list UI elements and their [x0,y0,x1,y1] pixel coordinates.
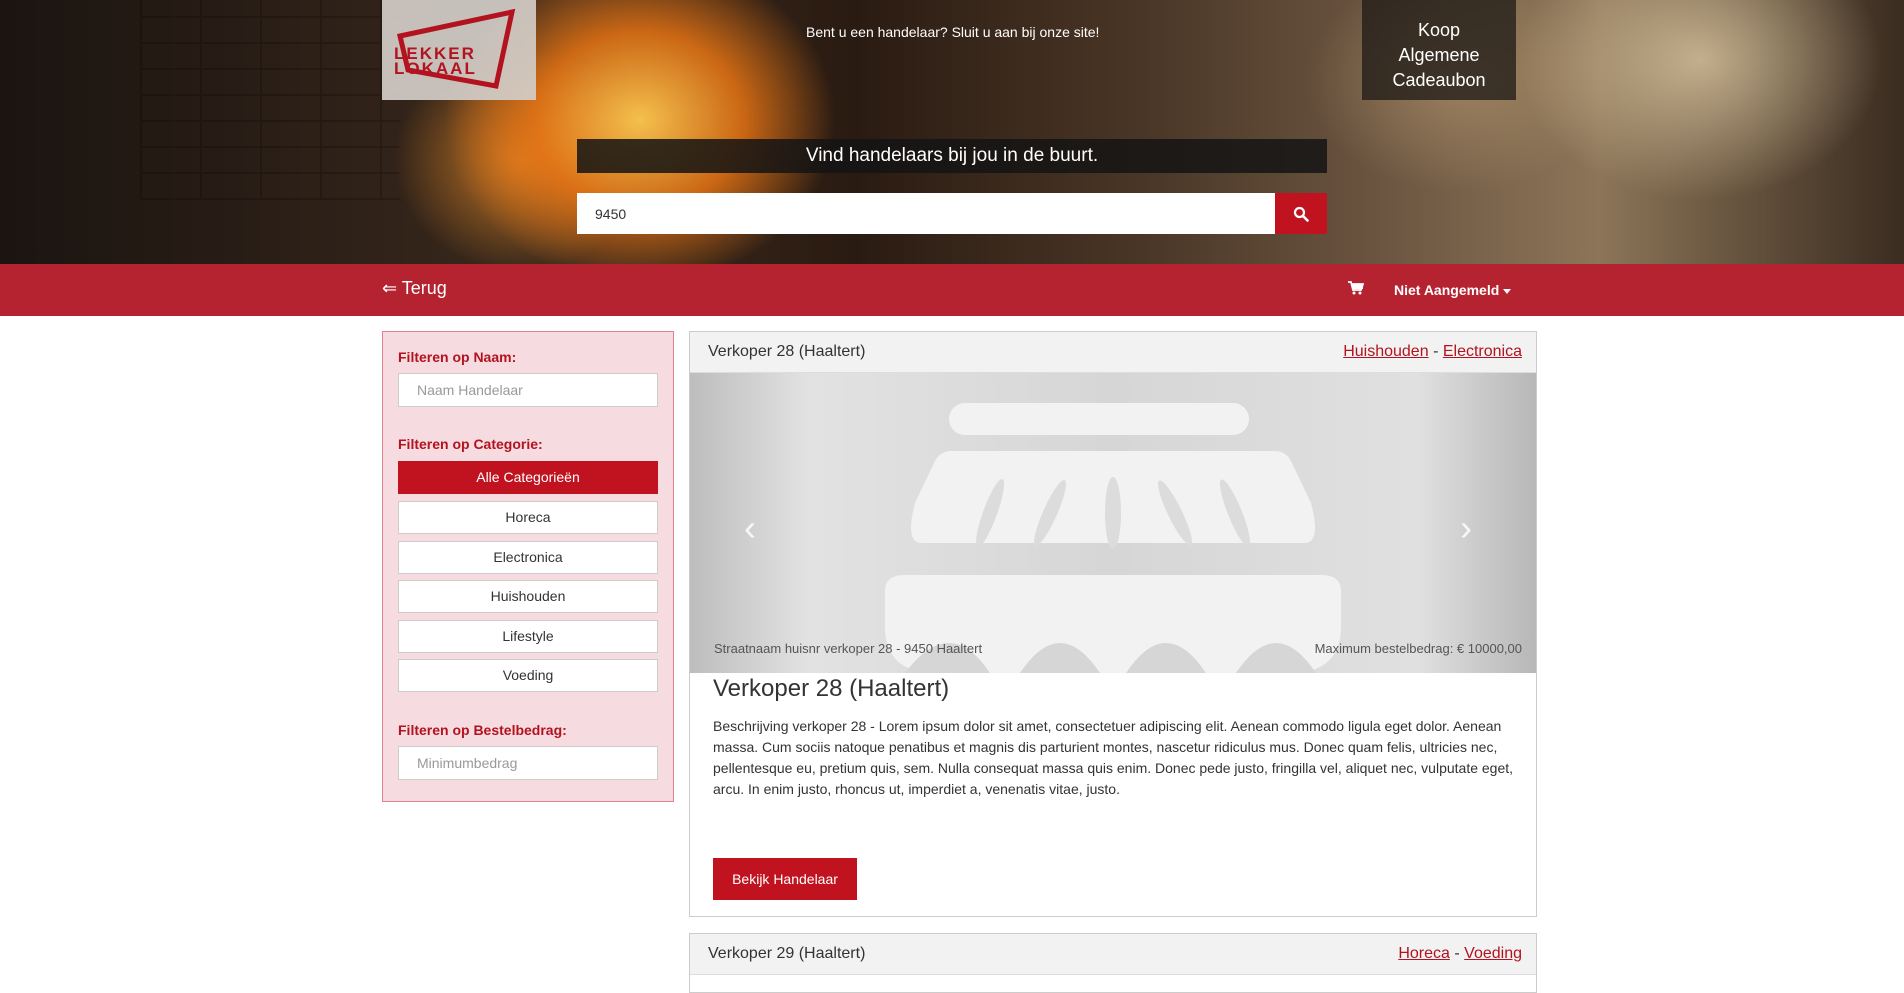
user-menu-dropdown[interactable]: Niet Aangemeld [1394,282,1512,298]
seller-category-link[interactable]: Voeding [1464,945,1522,962]
merchant-signup-link[interactable]: Bent u een handelaar? Sluit u aan bij on… [806,24,1099,40]
gift-voucher-button[interactable]: Koop Algemene Cadeaubon [1362,0,1516,100]
hero-background-texture [140,0,400,200]
chevron-down-icon [1503,288,1512,294]
search-icon [1293,206,1309,222]
cart-button[interactable] [1348,281,1365,300]
back-link[interactable]: ⇐ Terug [382,278,447,299]
category-all-button[interactable]: Alle Categorieën [398,461,658,494]
location-search-input[interactable] [577,193,1275,234]
seller-category-link[interactable]: Horeca [1398,945,1450,962]
category-huishouden-button[interactable]: Huishouden [398,580,658,613]
hero-banner: LEKKER LOKAAL Bent u een handelaar? Slui… [0,0,1904,264]
site-logo[interactable]: LEKKER LOKAAL [382,0,536,100]
user-menu-label: Niet Aangemeld [1394,282,1500,298]
carousel-prev-button[interactable]: ‹ [744,507,756,549]
seller-address: Straatnaam huisnr verkoper 28 - 9450 Haa… [714,641,983,656]
gift-voucher-line3: Cadeaubon [1392,70,1486,90]
seller-category-link[interactable]: Huishouden [1343,343,1428,360]
seller-card: Verkoper 29 (Haaltert) Horeca - Voeding [689,933,1537,993]
seller-card-header: Verkoper 29 (Haaltert) Horeca - Voeding [690,934,1536,975]
category-horeca-button[interactable]: Horeca [398,501,658,534]
seller-card: Verkoper 28 (Haaltert) Huishouden - Elec… [689,331,1537,917]
seller-name: Verkoper 28 (Haaltert) [713,675,950,702]
category-separator: - [1433,343,1439,360]
filter-amount-input[interactable] [398,746,658,780]
view-seller-button[interactable]: Bekijk Handelaar [713,858,857,900]
search-button[interactable] [1275,193,1327,234]
shop-placeholder-icon [885,403,1341,673]
seller-card-categories: Huishouden - Electronica [1343,343,1522,361]
filter-amount-label: Filteren op Bestelbedrag: [398,722,567,738]
seller-card-header: Verkoper 28 (Haaltert) Huishouden - Elec… [690,332,1536,373]
filter-category-label: Filteren op Categorie: [398,436,543,452]
gift-voucher-line2: Algemene [1398,45,1480,65]
logo-text-line2: LOKAAL [394,59,477,78]
category-electronica-button[interactable]: Electronica [398,541,658,574]
filter-sidebar: Filteren op Naam: Filteren op Categorie:… [382,331,674,802]
seller-description: Beschrijving verkoper 28 - Lorem ipsum d… [713,718,1514,797]
seller-card-categories: Horeca - Voeding [1398,945,1522,963]
seller-max-amount: Maximum bestelbedrag: € 10000,00 [1314,641,1522,656]
main-navbar: ⇐ Terug Niet Aangemeld [0,264,1904,316]
seller-card-title: Verkoper 28 (Haaltert) [708,343,866,360]
filter-name-input[interactable] [398,373,658,407]
filter-name-label: Filteren op Naam: [398,349,517,365]
seller-image-carousel: ‹ › [690,373,1536,673]
logo-text: LEKKER LOKAAL [394,45,477,78]
seller-category-link[interactable]: Electronica [1443,343,1522,360]
gift-voucher-line1: Koop [1417,20,1461,40]
category-voeding-button[interactable]: Voeding [398,659,658,692]
search-title: Vind handelaars bij jou in de buurt. [577,139,1327,173]
carousel-next-button[interactable]: › [1460,507,1472,549]
seller-card-title: Verkoper 29 (Haaltert) [708,945,866,962]
category-lifestyle-button[interactable]: Lifestyle [398,620,658,653]
cart-icon [1348,281,1365,295]
category-separator: - [1454,945,1460,962]
